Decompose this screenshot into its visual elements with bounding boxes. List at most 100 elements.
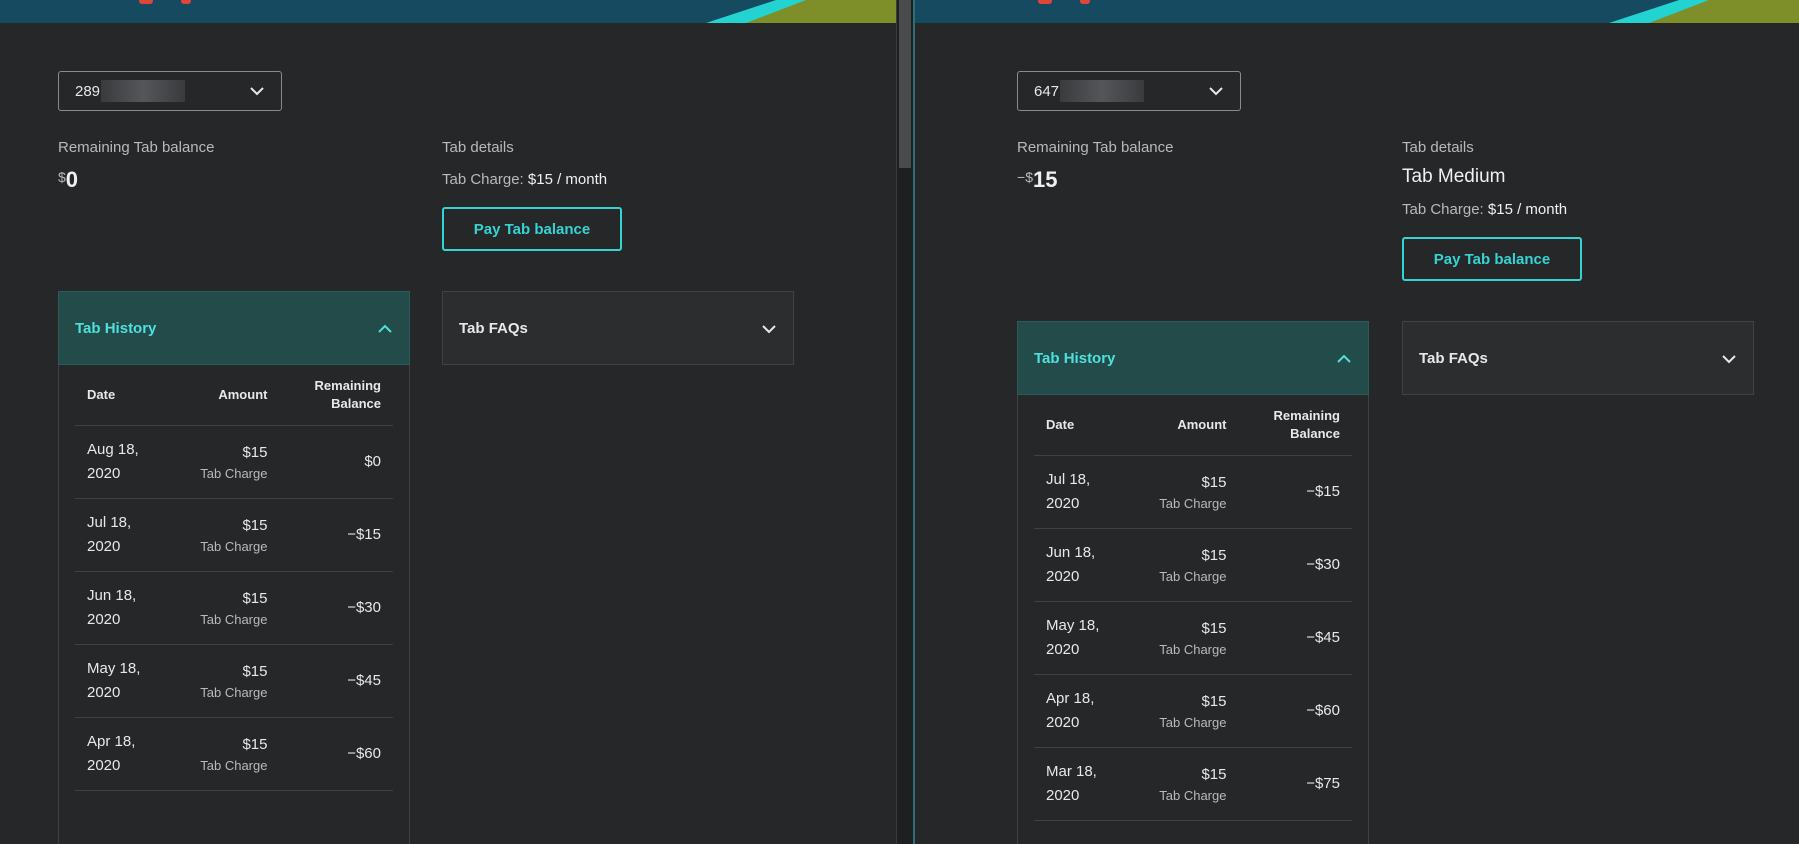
table-row: May 18, 2020 $15 Tab Charge −$45 [75, 644, 393, 718]
account-number-redacted [101, 80, 186, 102]
table-row: Jul 18, 2020 $15 Tab Charge −$15 [75, 498, 393, 572]
banner-logo-fragment [1080, 0, 1090, 4]
account-number-prefix: 289 [75, 82, 101, 100]
scrollbar-thumb[interactable] [899, 0, 911, 168]
tab-history-title: Tab History [1034, 349, 1116, 367]
column-remaining-line1: Remaining [314, 378, 381, 393]
row-amount: $15 Tab Charge [165, 571, 280, 645]
row-amount-type: Tab Charge [1159, 715, 1227, 730]
column-date: Date [1034, 395, 1124, 456]
row-amount: $15 Tab Charge [1124, 528, 1239, 602]
tab-history-table-container: Date Amount Remaining Balance Aug 18, 202… [58, 365, 410, 844]
row-amount-value: $15 [242, 590, 268, 607]
tab-history-header[interactable]: Tab History [1017, 321, 1369, 395]
row-remaining: −$45 [1238, 601, 1352, 675]
row-remaining: −$60 [279, 717, 393, 791]
row-amount-value: $15 [242, 736, 268, 753]
account-select[interactable]: 289 [58, 71, 282, 111]
balance-amount: 15 [1032, 167, 1058, 192]
row-amount-value: $15 [242, 444, 268, 461]
column-amount: Amount [1124, 395, 1239, 456]
row-remaining: −$45 [279, 644, 393, 718]
tab-panel-right: 647 Remaining Tab balance −$15 Tab detai… [915, 0, 1799, 844]
tab-faqs-header[interactable]: Tab FAQs [1402, 321, 1754, 395]
row-amount-type: Tab Charge [200, 758, 268, 773]
account-select[interactable]: 647 [1017, 71, 1241, 111]
chevron-up-icon [1337, 354, 1351, 363]
tab-charge-label: Tab Charge: [442, 171, 524, 188]
row-amount-value: $15 [1201, 620, 1227, 637]
row-amount-value: $15 [1201, 474, 1227, 491]
column-remaining-line2: Balance [1290, 426, 1340, 441]
row-date: May 18, 2020 [1034, 601, 1124, 675]
row-date: Apr 18, 2020 [75, 717, 165, 791]
chevron-down-icon [762, 325, 776, 334]
pay-tab-balance-button[interactable]: Pay Tab balance [442, 207, 622, 251]
table-row: Jun 18, 2020 $15 Tab Charge −$30 [75, 571, 393, 645]
row-amount: $15 Tab Charge [165, 644, 280, 718]
column-remaining-line2: Balance [331, 396, 381, 411]
balance-currency: $ [1025, 169, 1033, 185]
pay-tab-balance-button[interactable]: Pay Tab balance [1402, 237, 1582, 281]
banner-logo-fragment [139, 0, 153, 4]
row-amount-type: Tab Charge [200, 685, 268, 700]
row-amount-value: $15 [242, 517, 268, 534]
remaining-balance-label: Remaining Tab balance [1017, 139, 1174, 156]
row-amount-type: Tab Charge [200, 539, 268, 554]
chevron-down-icon [250, 87, 264, 96]
tab-faqs-title: Tab FAQs [1419, 349, 1488, 367]
tab-charge-label: Tab Charge: [1402, 201, 1484, 218]
chevron-up-icon [378, 324, 392, 333]
row-remaining: $0 [279, 425, 393, 499]
table-row: Jul 18, 2020 $15 Tab Charge −$15 [1034, 455, 1352, 529]
tab-history-header[interactable]: Tab History [58, 291, 410, 365]
column-date: Date [75, 365, 165, 426]
row-amount: $15 Tab Charge [1124, 674, 1239, 748]
row-remaining: −$30 [279, 571, 393, 645]
tab-details-label: Tab details [442, 139, 514, 156]
table-header-row: Date Amount Remaining Balance [1034, 395, 1352, 456]
row-date: Jun 18, 2020 [1034, 528, 1124, 602]
row-remaining: −$60 [1238, 674, 1352, 748]
row-amount: $15 Tab Charge [1124, 455, 1239, 529]
row-amount-value: $15 [1201, 766, 1227, 783]
row-amount-value: $15 [1201, 693, 1227, 710]
top-banner [915, 0, 1799, 23]
row-date: Mar 18, 2020 [1034, 747, 1124, 821]
tab-charge-value: $15 / month [1487, 201, 1568, 218]
row-amount: $15 Tab Charge [165, 425, 280, 499]
table-row: May 18, 2020 $15 Tab Charge −$45 [1034, 601, 1352, 675]
row-date: Jul 18, 2020 [1034, 455, 1124, 529]
table-header-row: Date Amount Remaining Balance [75, 365, 393, 426]
tab-faqs-title: Tab FAQs [459, 319, 528, 337]
tab-panel-left: 289 Remaining Tab balance $0 Tab details… [0, 0, 896, 844]
row-amount: $15 Tab Charge [165, 498, 280, 572]
tab-history-table-container: Date Amount Remaining Balance Jul 18, 202… [1017, 395, 1369, 844]
row-amount-value: $15 [1201, 547, 1227, 564]
tab-plan-name: Tab Medium [1402, 166, 1506, 187]
row-date: Apr 18, 2020 [1034, 674, 1124, 748]
chevron-down-icon [1722, 355, 1736, 364]
row-amount-type: Tab Charge [1159, 496, 1227, 511]
tab-charge: Tab Charge: $15 / month [1402, 201, 1567, 218]
row-amount: $15 Tab Charge [1124, 601, 1239, 675]
tab-charge-value: $15 / month [527, 171, 608, 188]
chevron-down-icon [1209, 87, 1223, 96]
column-remaining-line1: Remaining [1273, 408, 1340, 423]
row-amount: $15 Tab Charge [1124, 747, 1239, 821]
account-number-prefix: 647 [1034, 82, 1060, 100]
account-number-redacted [1060, 80, 1145, 102]
row-amount-type: Tab Charge [1159, 788, 1227, 803]
row-amount-type: Tab Charge [1159, 642, 1227, 657]
row-amount-type: Tab Charge [200, 466, 268, 481]
tab-history-table: Date Amount Remaining Balance Jul 18, 202… [1034, 395, 1352, 821]
row-date: Aug 18, 2020 [75, 425, 165, 499]
banner-logo-fragment [181, 0, 191, 4]
remaining-balance-value: $0 [58, 167, 78, 193]
balance-amount: 0 [65, 167, 79, 192]
row-amount-value: $15 [242, 663, 268, 680]
tab-faqs-header[interactable]: Tab FAQs [442, 291, 794, 365]
table-row: Aug 18, 2020 $15 Tab Charge $0 [75, 425, 393, 499]
remaining-balance-label: Remaining Tab balance [58, 139, 215, 156]
remaining-balance-value: −$15 [1017, 167, 1057, 193]
